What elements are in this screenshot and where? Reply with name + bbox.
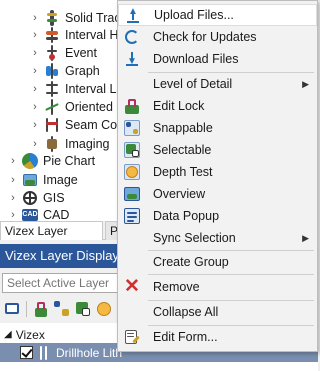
graph-icon [44,62,60,79]
tree-item-label: Pie Chart [43,153,96,168]
data-popup-icon [124,208,140,224]
tree-item-label: Interval La [65,81,124,96]
menu-edit-lock[interactable]: Edit Lock [118,95,317,117]
tree-item-interval[interactable]: › Interval Ha [30,26,125,43]
tab-vizex-layer-types[interactable]: Vizex Layer Types [0,221,103,256]
tree-item-image[interactable]: › Image [8,171,78,188]
event-icon [44,44,60,61]
chevron-right-icon[interactable]: › [30,138,40,150]
seam-icon [44,117,60,133]
display-icon[interactable] [3,300,21,318]
menu-remove[interactable]: ✕ Remove [118,276,317,298]
submenu-arrow-icon: ▶ [302,78,309,89]
tree-item-solid-trace[interactable]: › Solid Trace [30,9,128,26]
context-menu: ▲ Upload Files... Check for Updates ▼ Do… [117,0,318,352]
tree-item-seam[interactable]: › Seam Corr [30,116,125,133]
interval-icon [44,26,60,43]
drillhole-icon [37,345,51,360]
menu-upload-files[interactable]: ▲ Upload Files... [118,4,317,26]
remove-icon: ✕ [124,276,140,297]
layer-visible-checkbox[interactable] [20,346,33,359]
submenu-arrow-icon: ▶ [302,232,309,243]
chevron-right-icon[interactable]: › [30,83,40,95]
tree-item-label: Image [43,172,78,187]
tree-item-pie-chart[interactable]: › Pie Chart [8,152,95,169]
toolbar-separator [26,301,27,317]
menu-check-for-updates[interactable]: Check for Updates [118,26,317,48]
tree-item-label: GIS [43,190,65,205]
edit-form-icon [124,329,140,345]
tree-item-label: Event [65,45,97,60]
menu-create-group[interactable]: Create Group [118,251,317,273]
tree-item-imaging[interactable]: › Imaging [30,135,109,152]
upload-icon: ▲ [125,7,141,24]
snappable-icon [124,120,140,136]
chevron-down-icon[interactable]: ◢ [4,329,12,340]
tree-item-label: Graph [65,63,100,78]
overview-icon [124,186,140,202]
layer-label: Drillhole Lith [56,345,123,360]
chevron-right-icon[interactable]: › [8,209,18,221]
refresh-icon [124,29,140,45]
depth-test-icon[interactable] [95,300,113,318]
imaging-icon [44,135,60,152]
edit-lock-icon [124,98,140,114]
pie-chart-icon [22,152,38,169]
tree-root-label: Vizex [15,327,45,342]
menu-depth-test[interactable]: Depth Test [118,161,317,183]
menu-snappable[interactable]: Snappable [118,117,317,139]
menu-edit-form[interactable]: Edit Form... [118,326,317,348]
tree-item-oriented[interactable]: › Oriented S [30,98,125,115]
tree-item-graph[interactable]: › Graph [30,62,100,79]
menu-overview[interactable]: Overview [118,183,317,205]
image-icon [22,172,38,188]
chevron-right-icon[interactable]: › [30,29,40,41]
chevron-right-icon[interactable]: › [8,192,18,204]
menu-collapse-all[interactable]: Collapse All [118,301,317,323]
solid-trace-icon [44,9,60,26]
tree-item-label: CAD [43,207,70,222]
selectable-icon [124,142,140,158]
chevron-right-icon[interactable]: › [30,47,40,59]
menu-separator [148,274,314,275]
menu-level-of-detail[interactable]: Level of Detail ▶ [118,73,317,95]
chevron-right-icon[interactable]: › [8,155,18,167]
tree-item-label: Oriented S [65,99,125,114]
depth-test-icon [124,164,140,180]
menu-download-files[interactable]: ▼ Download Files [118,48,317,70]
oriented-icon [44,98,60,115]
chevron-right-icon[interactable]: › [30,101,40,113]
menu-selectable[interactable]: Selectable [118,139,317,161]
menu-sync-selection[interactable]: Sync Selection ▶ [118,227,317,249]
chevron-right-icon[interactable]: › [30,65,40,77]
chevron-right-icon[interactable]: › [30,12,40,24]
tree-item-label: Imaging [65,136,110,151]
snappable-icon[interactable] [53,300,71,318]
interval-label-icon [44,80,60,97]
download-icon: ▼ [124,51,140,67]
chevron-right-icon[interactable]: › [30,119,40,131]
selectable-icon[interactable] [74,300,92,318]
tree-item-interval-label[interactable]: › Interval La [30,80,123,97]
tree-item-event[interactable]: › Event [30,44,97,61]
edit-lock-icon[interactable] [32,300,50,318]
tree-item-gis[interactable]: › GIS [8,189,65,206]
chevron-right-icon[interactable]: › [8,174,18,186]
globe-icon [22,190,38,206]
menu-data-popup[interactable]: Data Popup [118,205,317,227]
